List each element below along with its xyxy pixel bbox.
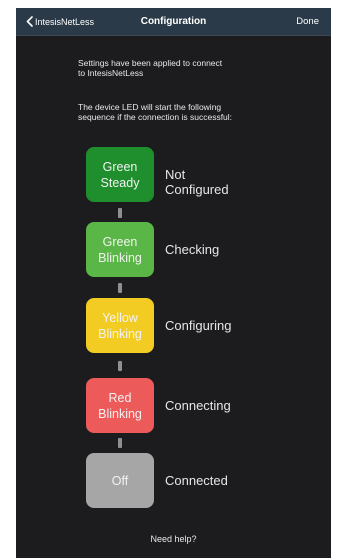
- led-off: Off: [86, 453, 154, 508]
- sequence-connector: [118, 208, 122, 218]
- sequence-connector: [118, 361, 122, 371]
- sequence-connector: [118, 438, 122, 448]
- led-green-steady: Green Steady: [86, 147, 154, 202]
- led-sequence-message: The device LED will start the following …: [78, 102, 233, 122]
- need-help-link[interactable]: Need help?: [16, 534, 331, 544]
- state-not-configured: Not Configured: [165, 167, 229, 197]
- state-connected: Connected: [165, 473, 228, 488]
- sequence-connector: [118, 283, 122, 293]
- state-connecting: Connecting: [165, 398, 231, 413]
- led-yellow-blinking: Yellow Blinking: [86, 298, 154, 353]
- page-title: Configuration: [140, 16, 207, 27]
- state-checking: Checking: [165, 242, 220, 257]
- phone-screen: IntesisNetLess Configuration Done Settin…: [16, 8, 331, 558]
- navigation-bar: IntesisNetLess Configuration Done: [16, 8, 331, 36]
- settings-applied-message: Settings have been applied to connect to…: [78, 58, 223, 78]
- led-red-blinking: Red Blinking: [86, 378, 154, 433]
- led-green-blinking: Green Blinking: [86, 222, 154, 277]
- state-configuring: Configuring: [165, 318, 232, 333]
- done-button[interactable]: Done: [296, 8, 319, 35]
